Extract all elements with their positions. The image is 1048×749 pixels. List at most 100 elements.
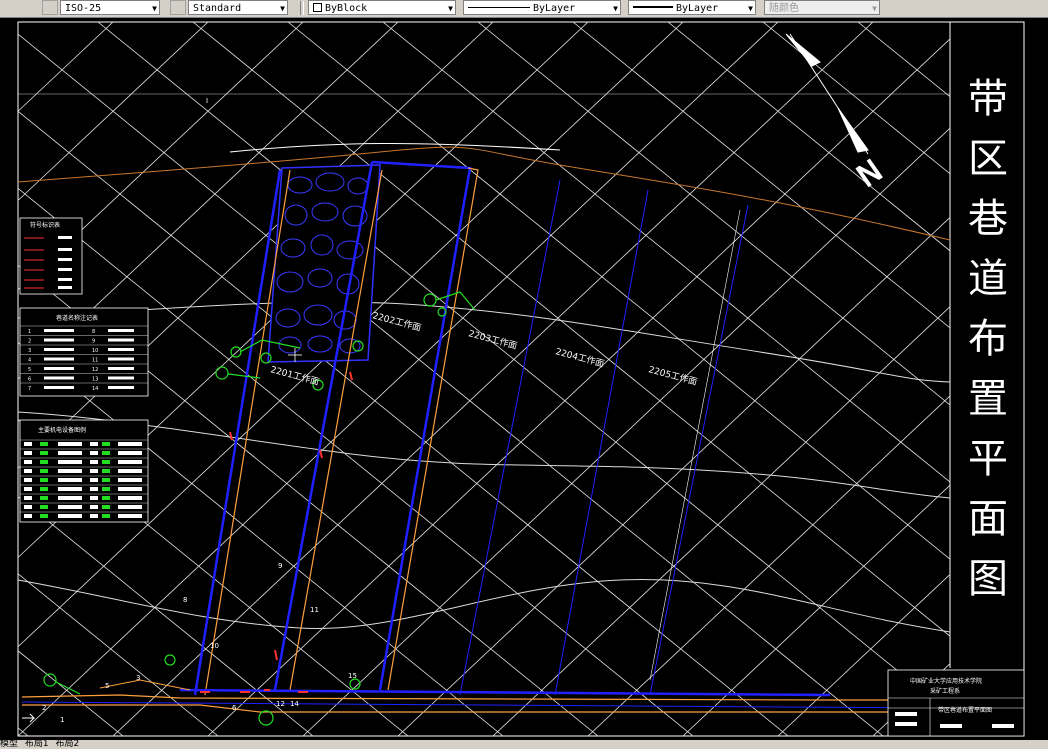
chevron-down-icon: ▼ [280, 4, 285, 13]
legend-symbol [40, 514, 48, 518]
legend-symbol [102, 514, 110, 518]
legend-symbol [102, 460, 110, 464]
legend-symbol [118, 451, 142, 455]
legend-symbol [24, 514, 32, 518]
coordinate-grid [18, 22, 950, 736]
legend-symbol [118, 478, 142, 482]
workface-label: 2204工作面 [554, 345, 605, 370]
lineweight-sample-icon [633, 6, 673, 8]
linetype-sample-icon [468, 7, 530, 8]
point-label: 8 [183, 596, 187, 604]
point-label: 1 [60, 716, 64, 724]
legend-symbol [40, 460, 48, 464]
plotstyle-dropdown[interactable]: 随颜色 ▼ [764, 0, 880, 15]
legend-symbol [24, 487, 32, 491]
legend-row-number: 8 [92, 329, 95, 335]
legend-symbol [90, 460, 98, 464]
legend-symbol [90, 442, 98, 446]
grid-line [112, 22, 874, 736]
legend-row-number: 7 [28, 386, 31, 392]
legend-symbol [24, 478, 32, 482]
point-label: 14 [290, 700, 299, 708]
legend-title: 巷道名称注记表 [56, 314, 98, 322]
grid-line [382, 22, 950, 483]
title-char: 平 [968, 436, 1008, 482]
legend-symbol [118, 505, 142, 509]
legend-row-number: 14 [92, 386, 98, 392]
contour-line [17, 579, 951, 633]
textstyle-icon[interactable] [170, 0, 186, 15]
chevron-down-icon: ▼ [152, 4, 157, 13]
properties-toolbar: ISO-25 ▼ Standard ▼ ByBlock ▼ ByLayer ▼ ByLa… [0, 0, 1048, 18]
layout-tabs: 模型 布局1 布局2 [0, 740, 1048, 749]
legend-symbol [58, 487, 82, 491]
legend-symbol [118, 514, 142, 518]
lineweight-dropdown[interactable]: ByLayer ▼ [628, 0, 756, 15]
workface-label: 2203工作面 [467, 327, 518, 352]
separator [300, 1, 304, 15]
tab-layout2[interactable]: 布局2 [56, 740, 80, 749]
legend-row-text [108, 357, 134, 361]
textstyle-value: Standard [193, 3, 242, 14]
north-arrow: N [785, 33, 890, 195]
legend-row-number: 11 [92, 358, 98, 364]
legend-row-number: 13 [92, 377, 98, 383]
legend-row-number: 12 [92, 367, 98, 373]
titleblock-drawing-name: 带区巷道布置平面图 [938, 706, 992, 714]
legend-symbol [118, 469, 142, 473]
legend-row-text [108, 348, 134, 351]
tab-model[interactable]: 模型 [0, 740, 18, 749]
title-char: 带 [968, 76, 1008, 122]
plotstyle-value: 随颜色 [769, 3, 799, 14]
legend-symbol [24, 496, 32, 500]
title-char: 置 [968, 376, 1008, 422]
legend-symbol [24, 442, 32, 446]
legend-symbol [58, 514, 82, 518]
legend-symbol [58, 442, 82, 446]
legend-symbol [90, 469, 98, 473]
legend-symbol [58, 505, 82, 509]
ucs-icon [22, 713, 36, 723]
legend-symbol [40, 442, 48, 446]
legend-row-text [44, 338, 74, 342]
legend-symbol [90, 478, 98, 482]
legend-row-number: 6 [28, 377, 31, 383]
point-label: 2 [42, 704, 46, 712]
drawing-canvas[interactable]: 2202工作面 2203工作面 2201工作面 2204工作面 2205工作面 … [0, 18, 1048, 740]
lineweight-value: ByLayer [676, 3, 719, 14]
chevron-down-icon: ▼ [613, 4, 618, 13]
legend-symbol [58, 496, 82, 500]
workface-label: 2202工作面 [371, 309, 422, 334]
textstyle-dropdown[interactable]: Standard ▼ [188, 0, 288, 15]
dimstyle-dropdown[interactable]: ISO-25 ▼ [60, 0, 160, 15]
titleblock-dept: 采矿工程系 [930, 687, 960, 695]
point-label: 6 [232, 704, 237, 712]
title-char: 面 [968, 496, 1008, 542]
legend-symbol [102, 442, 110, 446]
color-dropdown[interactable]: ByBlock ▼ [308, 0, 456, 15]
legend-row-text [44, 357, 74, 361]
legend-symbol [40, 487, 48, 491]
point-label: 11 [310, 606, 319, 614]
legend-symbol [102, 505, 110, 509]
north-label: N [851, 153, 889, 195]
point-label: 12 [276, 700, 285, 708]
legend-symbol [58, 451, 82, 455]
dimstyle-icon[interactable] [42, 0, 58, 15]
grid-line [97, 22, 950, 714]
title-char: 道 [968, 256, 1008, 302]
legend-symbol [24, 451, 32, 455]
legend-row-number: 10 [92, 348, 98, 354]
legend-row-text [44, 348, 74, 351]
legend-symbol [102, 469, 110, 473]
chevron-down-icon: ▼ [748, 4, 753, 13]
legend-row-text [44, 367, 74, 370]
legend-roadway-table: 巷道名称注记表 1 8 2 9 3 10 4 11 5 12 6 13 7 14 [19, 307, 149, 397]
legend-symbol [24, 460, 32, 464]
chevron-down-icon: ▼ [448, 4, 453, 13]
tab-layout1[interactable]: 布局1 [25, 740, 49, 749]
titleblock-school: 中国矿业大学应用技术学院 [910, 677, 982, 685]
legend-symbol [58, 478, 82, 482]
linetype-dropdown[interactable]: ByLayer ▼ [463, 0, 621, 15]
legend-row-text [108, 376, 134, 380]
